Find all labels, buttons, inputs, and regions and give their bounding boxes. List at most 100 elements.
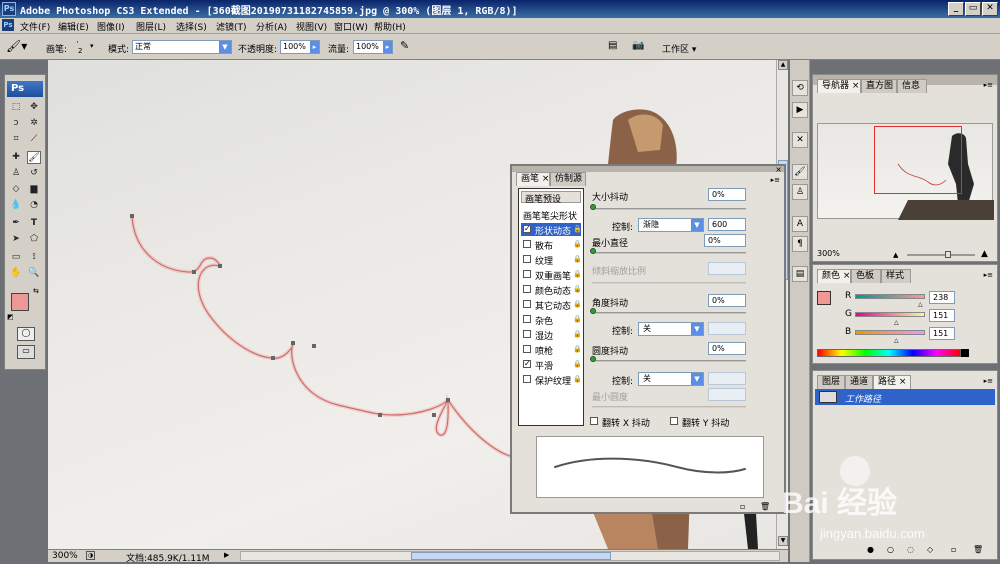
channel-slider-knob[interactable]: △ <box>894 337 899 344</box>
crop-tool-icon[interactable]: ⌗ <box>9 133 23 146</box>
option-checkbox[interactable] <box>523 285 531 293</box>
shape-tool-icon[interactable]: ⬠ <box>27 233 41 246</box>
tab-histogram[interactable]: 直方图 <box>861 79 897 93</box>
brush-presets-button[interactable]: 画笔预设 <box>521 191 581 205</box>
flow-input[interactable]: 100% ▸ <box>353 40 393 54</box>
lock-icon[interactable]: 🔒 <box>573 300 582 308</box>
screen-mode-icon[interactable]: ▭ <box>17 345 35 359</box>
character-panel-icon[interactable]: A <box>792 216 808 232</box>
brush-tool-preset-icon[interactable]: 🖌▾ <box>6 39 30 55</box>
mode-select[interactable]: 正常 ▼ <box>132 40 232 54</box>
brush-option-5[interactable]: 其它动态 🔒 <box>521 298 582 312</box>
delete-path-icon[interactable]: 🗑 <box>973 545 983 554</box>
option-checkbox[interactable] <box>523 255 531 263</box>
brush-tool-icon[interactable]: 🖌 <box>27 151 41 164</box>
panel-menu-icon[interactable]: ▸≡ <box>984 377 993 385</box>
menu-select[interactable]: 选择(S) <box>176 20 207 33</box>
anchor-point[interactable] <box>192 270 196 274</box>
hand-tool-icon[interactable]: ✋ <box>9 267 23 280</box>
control-dropdown-3[interactable]: 关 ▼ <box>638 372 704 386</box>
brush-option-8[interactable]: 喷枪 🔒 <box>521 343 582 357</box>
actions-panel-icon[interactable]: ▶ <box>792 102 808 118</box>
tab-channels[interactable]: 通道 <box>845 375 873 389</box>
menu-view[interactable]: 视图(V) <box>296 20 327 33</box>
channel-slider[interactable]: △ <box>855 294 925 308</box>
flip-x-checkbox[interactable] <box>590 417 598 425</box>
make-path-icon[interactable]: ◇ <box>927 545 933 554</box>
tab-styles[interactable]: 样式 <box>881 269 911 283</box>
doc-icon[interactable]: Ps <box>2 19 14 31</box>
lock-icon[interactable]: 🔒 <box>573 240 582 248</box>
lock-icon[interactable]: 🔒 <box>573 225 582 233</box>
brush-tip-shape[interactable]: 画笔笔尖形状 <box>523 209 577 222</box>
tab-clone-source[interactable]: 仿制源 <box>550 172 586 186</box>
palette-well-icon[interactable]: ▤ <box>608 40 622 54</box>
roundness-jitter-knob[interactable] <box>590 356 596 362</box>
brush-option-9[interactable]: ✓ 平滑 🔒 <box>521 358 582 372</box>
restore-button[interactable]: ▭ <box>965 2 981 16</box>
min-diameter-input[interactable]: 0% <box>704 234 746 247</box>
lasso-tool-icon[interactable]: ↄ <box>9 117 23 130</box>
zoom-readout[interactable]: 300% <box>52 551 78 561</box>
panel-menu-icon[interactable]: ▸≡ <box>771 176 780 184</box>
lock-icon[interactable]: 🔒 <box>573 270 582 278</box>
option-checkbox[interactable] <box>523 345 531 353</box>
brush-option-0[interactable]: ✓ 形状动态 🔒 <box>521 223 582 237</box>
tab-paths[interactable]: 路径 × <box>873 375 911 389</box>
quick-mask-icon[interactable]: ◯ <box>17 327 35 341</box>
dodge-tool-icon[interactable]: ◔ <box>27 199 41 212</box>
scroll-down-icon[interactable]: ▼ <box>778 536 788 546</box>
minimize-button[interactable]: _ <box>948 2 964 16</box>
panel-menu-icon[interactable]: ▸≡ <box>984 271 993 279</box>
view-box[interactable] <box>874 126 962 194</box>
brush-option-1[interactable]: 散布 🔒 <box>521 238 582 252</box>
flip-y-checkbox[interactable] <box>670 417 678 425</box>
marquee-tool-icon[interactable]: ⬚ <box>9 101 23 114</box>
anchor-point[interactable] <box>291 341 295 345</box>
history-panel-icon[interactable]: ⟲ <box>792 80 808 96</box>
slice-tool-icon[interactable]: ⟋ <box>27 133 41 146</box>
angle-jitter-slider[interactable] <box>592 312 746 314</box>
black-swatch[interactable] <box>961 349 969 357</box>
channel-slider[interactable]: △ <box>855 330 925 344</box>
blur-tool-icon[interactable]: 💧 <box>9 199 23 212</box>
channel-slider-knob[interactable]: △ <box>894 319 899 326</box>
option-checkbox[interactable] <box>523 270 531 278</box>
paragraph-panel-icon[interactable]: ¶ <box>792 236 808 252</box>
option-checkbox[interactable]: ✓ <box>523 225 531 233</box>
nav-zoom-value[interactable]: 300% <box>817 249 840 258</box>
eraser-tool-icon[interactable]: ◇ <box>9 183 23 196</box>
channel-value-input[interactable]: 151 <box>929 309 955 322</box>
zoom-slider-knob[interactable] <box>945 251 951 258</box>
channel-value-input[interactable]: 238 <box>929 291 955 304</box>
menu-window[interactable]: 窗口(W) <box>334 20 368 33</box>
history-brush-icon[interactable]: ↺ <box>27 167 41 180</box>
brush-option-4[interactable]: 颜色动态 🔒 <box>521 283 582 297</box>
lock-icon[interactable]: 🔒 <box>573 330 582 338</box>
h-scroll-thumb[interactable] <box>411 552 611 560</box>
brush-option-10[interactable]: 保护纹理 🔒 <box>521 373 582 387</box>
lock-icon[interactable]: 🔒 <box>573 375 582 383</box>
option-checkbox[interactable] <box>523 240 531 248</box>
notes-tool-icon[interactable]: ▭ <box>9 251 23 264</box>
swap-colors-icon[interactable]: ⇆ <box>33 287 41 295</box>
color-fg-swatch[interactable] <box>817 291 831 305</box>
new-path-icon[interactable]: ▫ <box>951 545 956 554</box>
angle-jitter-input[interactable]: 0% <box>708 294 746 307</box>
lock-icon[interactable]: 🔒 <box>573 315 582 323</box>
workspace-menu[interactable]: 工作区 ▾ <box>662 42 696 55</box>
anchor-point[interactable] <box>312 344 316 348</box>
layer-comps-icon[interactable]: ▤ <box>792 266 808 282</box>
lock-icon[interactable]: 🔒 <box>573 345 582 353</box>
load-selection-icon[interactable]: ◌ <box>907 545 914 554</box>
path-select-icon[interactable]: ➤ <box>9 233 23 246</box>
zoom-slider[interactable] <box>907 251 975 258</box>
type-tool-icon[interactable]: T <box>27 217 41 230</box>
eyedropper-icon[interactable]: ⟟ <box>27 251 41 264</box>
scroll-up-icon[interactable]: ▲ <box>778 60 788 70</box>
pen-tool-icon[interactable]: ✒ <box>9 217 23 230</box>
roundness-jitter-slider[interactable] <box>592 360 746 362</box>
option-checkbox[interactable]: ✓ <box>523 360 531 368</box>
navigator-thumbnail[interactable] <box>817 123 994 220</box>
zoom-in-icon[interactable]: ▲ <box>981 249 988 259</box>
